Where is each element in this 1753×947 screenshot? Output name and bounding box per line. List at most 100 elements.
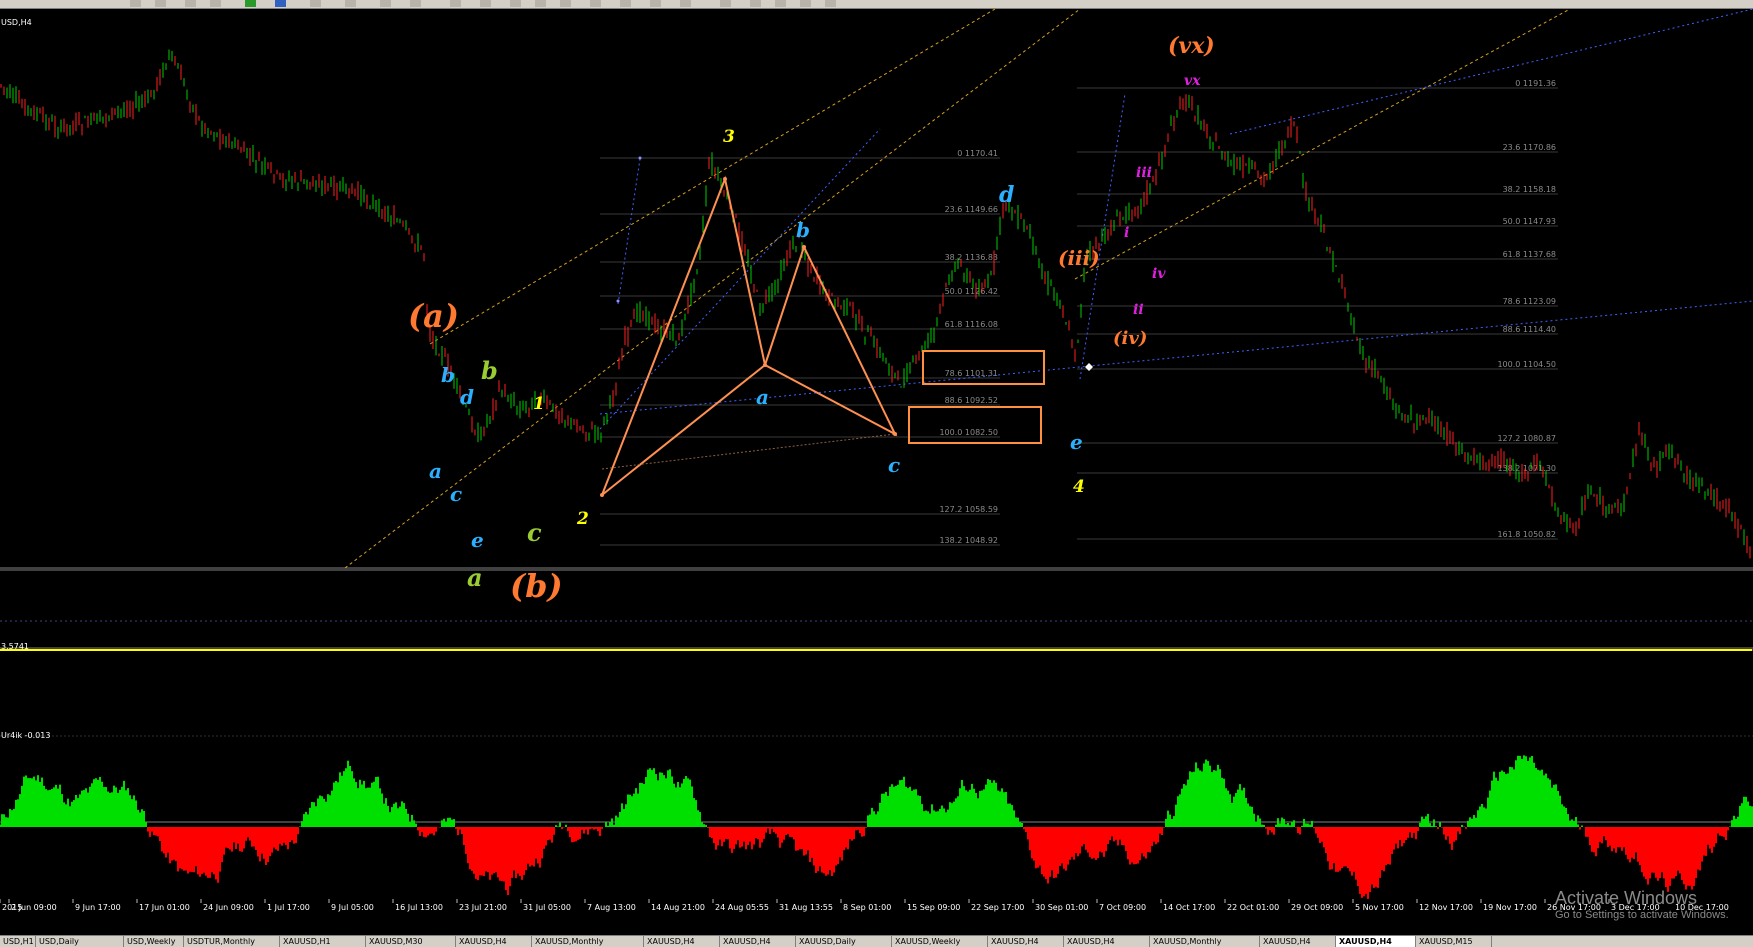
chart-tab[interactable]: XAUUSD,H4 [720, 936, 796, 947]
fib-label: 161.8 1050.82 [1497, 530, 1556, 539]
toolbar-icon[interactable] [275, 0, 286, 7]
wave-label: (a) [408, 297, 459, 335]
crosshair-cursor-icon [1085, 363, 1093, 371]
fib-label: 100.0 1082.50 [939, 428, 998, 437]
trendline-blue-1 [599, 300, 1753, 415]
wave-label: b [441, 363, 455, 387]
pattern-vertex [763, 363, 767, 367]
wave-label: 4 [1073, 477, 1085, 497]
chart-canvas[interactable]: 0 1170.41 23.6 1149.66 38.2 1136.83 50.0 11… [0, 8, 1753, 913]
pattern-base [601, 433, 896, 470]
fib-label: 0 1191.36 [1515, 79, 1556, 88]
chart-area[interactable]: 0 1170.41 23.6 1149.66 38.2 1136.83 50.0 11… [0, 8, 1753, 913]
toolbar-icon[interactable] [130, 0, 141, 7]
wave-label: (iii) [1058, 246, 1100, 270]
axis-label: 1 Jul 17:00 [267, 903, 310, 912]
wave-label: vx [1184, 73, 1201, 89]
toolbar-icon[interactable] [535, 0, 546, 7]
toolbar-icon[interactable] [480, 0, 491, 7]
axis-label: 19 Nov 17:00 [1483, 903, 1537, 912]
chart-tab[interactable]: XAUUSD,H4 [1260, 936, 1336, 947]
toolbar-icon[interactable] [800, 0, 811, 7]
chart-tab[interactable]: XAUUSD,M15 [1416, 936, 1492, 947]
chart-tab[interactable]: XAUUSD,H4 [1064, 936, 1150, 947]
zone-box-upper [922, 350, 1045, 385]
chart-tab[interactable]: XAUUSD,H4 [988, 936, 1064, 947]
axis-label: 12 Nov 17:00 [1419, 903, 1473, 912]
chart-tab[interactable]: XAUUSD,M30 [366, 936, 456, 947]
price-candles [0, 49, 1751, 559]
toolbar-icon[interactable] [345, 0, 356, 7]
watermark-line1: Activate Windows [1555, 888, 1698, 908]
toolbar-icon[interactable] [380, 0, 391, 7]
channel-upper-2 [1074, 8, 1571, 280]
toolbar-icon[interactable] [410, 0, 421, 7]
fib-label: 100.0 1104.50 [1497, 360, 1556, 369]
wave-label: 1 [533, 394, 545, 414]
fib-label: 38.2 1158.18 [1503, 185, 1556, 194]
fib-label: 138.2 1071.30 [1497, 464, 1556, 473]
chart-tab[interactable]: XAUUSD,Monthly [532, 936, 644, 947]
toolbar-icon[interactable] [210, 0, 221, 7]
fib-label: 23.6 1149.66 [945, 205, 998, 214]
fib-label: 88.6 1092.52 [945, 396, 998, 405]
toolbar-icon[interactable] [720, 0, 731, 7]
chart-tab[interactable]: XAUUSD,H4 [456, 936, 532, 947]
chart-tab[interactable]: XAUUSD,Monthly [1150, 936, 1260, 947]
toolbar-icon[interactable] [825, 0, 836, 7]
chart-tab[interactable]: USD,Weekly [124, 936, 184, 947]
toolbar-icon[interactable] [560, 0, 571, 7]
chart-tab[interactable]: XAUUSD,Daily [796, 936, 892, 947]
wave-label: e [1070, 430, 1083, 454]
wave-label: (vx) [1168, 33, 1215, 59]
wave-label: a [467, 563, 483, 592]
toolbar-icon[interactable] [775, 0, 786, 7]
chart-tab[interactable]: USDTUR,Monthly [184, 936, 280, 947]
toolbar-icon[interactable] [450, 0, 461, 7]
wave-label: 3 [723, 127, 735, 147]
wave-label: a [429, 459, 442, 483]
fib-label: 78.6 1101.31 [945, 369, 998, 378]
toolbar-icon[interactable] [245, 0, 256, 7]
toolbar [0, 0, 1753, 9]
pattern-triangle-2 [764, 244, 898, 437]
wave-label: i [1124, 225, 1129, 241]
chart-tab[interactable]: XAUUSD,H4 [1336, 936, 1416, 947]
axis-label: 7 Oct 09:00 [1099, 903, 1146, 912]
fib-label: 138.2 1048.92 [939, 536, 998, 545]
axis-label: 2 Jun 09:00 [11, 903, 57, 912]
pattern-vertex [802, 245, 806, 249]
axis-label: 29 Oct 09:00 [1291, 903, 1343, 912]
toolbar-icon[interactable] [620, 0, 631, 7]
trendline-blue-5 [617, 158, 641, 305]
fib-label: 88.6 1114.40 [1503, 325, 1556, 334]
toolbar-icon[interactable] [310, 0, 321, 7]
fib-label: 38.2 1136.83 [945, 253, 998, 262]
axis-label: 14 Oct 17:00 [1163, 903, 1215, 912]
anchor-dot [616, 299, 620, 303]
trendline-blue-3 [1229, 8, 1753, 135]
wave-label: ii [1133, 302, 1144, 318]
axis-label: 24 Aug 05:55 [715, 903, 769, 912]
toolbar-icon[interactable] [185, 0, 196, 7]
toolbar-icon[interactable] [155, 0, 166, 7]
wave-label: iv [1152, 266, 1166, 282]
fib-label: 61.8 1137.68 [1503, 250, 1556, 259]
chart-tab[interactable]: XAUUSD,Weekly [892, 936, 988, 947]
fib-label: 23.6 1170.86 [1503, 143, 1556, 152]
toolbar-icon[interactable] [510, 0, 521, 7]
chart-tab[interactable]: XAUUSD,H1 [280, 936, 366, 947]
axis-label: 31 Jul 05:00 [523, 903, 571, 912]
symbol-label: USD,H4 [1, 18, 32, 27]
toolbar-icon[interactable] [680, 0, 691, 7]
chart-tab[interactable]: XAUUSD,H4 [644, 936, 720, 947]
toolbar-icon[interactable] [650, 0, 661, 7]
osc1-label: 3.5741 [1, 642, 29, 651]
toolbar-icon[interactable] [750, 0, 761, 7]
wave-label: 2 [576, 509, 589, 529]
toolbar-icon[interactable] [590, 0, 601, 7]
chart-tab[interactable]: USD,Daily [36, 936, 124, 947]
axis-label: 16 Jul 13:00 [395, 903, 443, 912]
fib-label: 127.2 1058.59 [939, 505, 998, 514]
chart-tab[interactable]: USD,H1 [0, 936, 36, 947]
